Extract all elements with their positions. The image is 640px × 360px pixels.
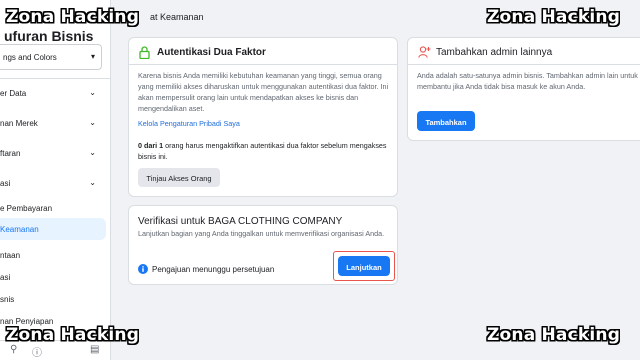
sidebar-item-label: Keamanan — [0, 225, 39, 234]
sidebar-item-label: ftaran — [0, 149, 21, 158]
two-factor-card: Autentikasi Dua Faktor Karena bisnis And… — [128, 37, 398, 197]
sidebar-item-label: asi — [0, 273, 11, 282]
sidebar-item-label: er Data — [0, 89, 27, 98]
watermark-top-left: Zona Hacking — [6, 7, 140, 27]
watermark-bottom-right: Zona Hacking — [487, 325, 621, 345]
add-admin-card: Tambahkan admin lainnya Anda adalah satu… — [407, 37, 640, 141]
two-factor-count-text: 0 dari 1 orang harus mengaktifkan autent… — [138, 140, 392, 162]
business-selector[interactable]: ngs and Colors ▾ — [0, 44, 102, 70]
sidebar-item-business-info[interactable]: snis — [0, 288, 106, 310]
two-factor-description: Karena bisnis Anda memiliki kebutuhan ke… — [138, 71, 389, 113]
review-access-button[interactable]: Tinjau Akses Orang — [138, 168, 220, 187]
two-factor-title: Autentikasi Dua Faktor — [157, 47, 266, 58]
add-person-icon — [418, 46, 431, 58]
sidebar-item-payment[interactable]: e Pembayaran — [0, 197, 106, 219]
manage-settings-link[interactable]: Kelola Pengaturan Pribadi Saya — [138, 119, 240, 128]
verification-status: Pengajuan menunggu persetujuan — [152, 265, 275, 274]
info-icon — [138, 264, 148, 274]
info-icon[interactable]: ⓘ — [32, 344, 42, 359]
chevron-down-icon: ⌄ — [89, 88, 96, 97]
card-divider — [129, 64, 397, 65]
card-divider — [408, 64, 640, 65]
sidebar-item-label: nan Merek — [0, 119, 38, 128]
search-icon[interactable]: ⚲ — [10, 344, 17, 355]
sidebar-item-label: asi — [0, 179, 11, 188]
sidebar-item-user-data[interactable]: er Data ⌄ — [0, 82, 106, 104]
page-title: at Keamanan — [150, 12, 204, 22]
sidebar-item-integrations[interactable]: asi ⌄ — [0, 172, 106, 194]
add-admin-description: Anda adalah satu-satunya admin bisnis. T… — [417, 71, 638, 91]
sidebar: ufuran Bisnis ngs and Colors ▾ er Data ⌄… — [0, 0, 111, 360]
sidebar-item-brand-safety[interactable]: nan Merek ⌄ — [0, 112, 106, 134]
sidebar-item-label: snis — [0, 295, 15, 304]
sidebar-divider — [0, 78, 110, 79]
sidebar-title: ufuran Bisnis — [4, 28, 94, 44]
continue-button[interactable]: Lanjutkan — [338, 256, 390, 276]
watermark-bottom-left: Zona Hacking — [6, 325, 140, 345]
sidebar-item-security[interactable]: Keamanan — [0, 218, 106, 240]
verification-title: Verifikasi untuk BAGA CLOTHING COMPANY — [138, 216, 343, 227]
watermark-top-right: Zona Hacking — [487, 7, 621, 27]
sidebar-item-label: ntaan — [0, 251, 21, 260]
chevron-down-icon: ⌄ — [89, 148, 96, 157]
lock-icon — [139, 46, 150, 59]
chevron-down-icon: ⌄ — [89, 178, 96, 187]
two-factor-count: 0 dari 1 — [138, 141, 164, 150]
business-selector-value: ngs and Colors — [3, 53, 57, 62]
sidebar-item-label: e Pembayaran — [0, 204, 53, 213]
add-admin-button[interactable]: Tambahkan — [417, 111, 475, 131]
notification-icon[interactable]: ▤ — [90, 344, 99, 355]
chevron-down-icon: ⌄ — [89, 118, 96, 127]
sidebar-item-notifications[interactable]: asi — [0, 266, 106, 288]
add-admin-title: Tambahkan admin lainnya — [436, 47, 553, 58]
two-factor-count-rest: orang harus mengaktifkan autentikasi dua… — [138, 141, 387, 161]
verification-description: Lanjutkan bagian yang Anda tinggalkan un… — [138, 229, 385, 238]
sidebar-item-registration[interactable]: ftaran ⌄ — [0, 142, 106, 164]
chevron-down-icon: ▾ — [90, 52, 95, 61]
verification-card: Verifikasi untuk BAGA CLOTHING COMPANY L… — [128, 205, 398, 285]
sidebar-item-requests[interactable]: ntaan — [0, 244, 106, 266]
